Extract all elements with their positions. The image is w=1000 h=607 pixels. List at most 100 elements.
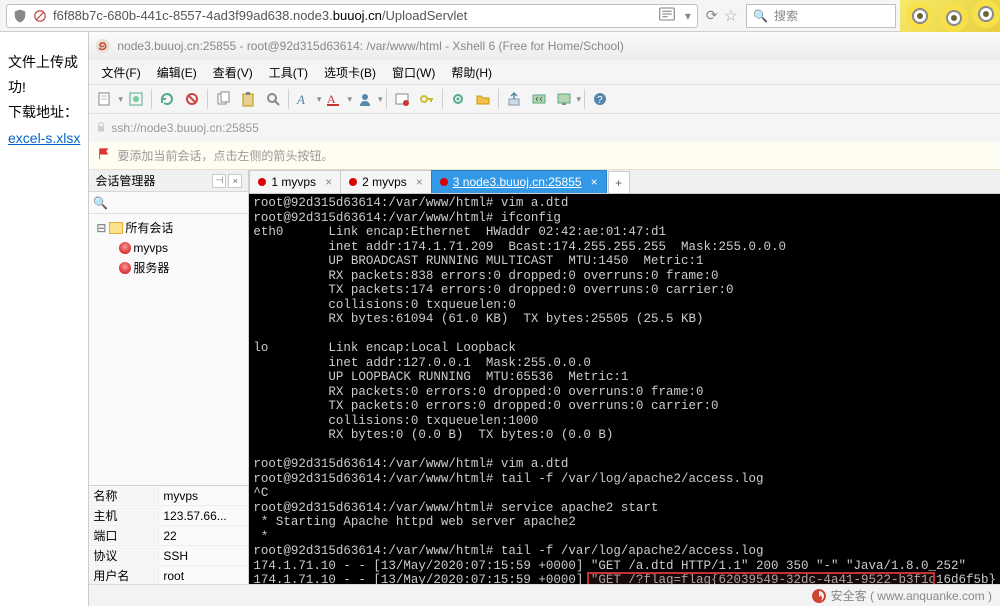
address-text: ssh://node3.buuoj.cn:25855	[111, 121, 258, 135]
prop-key: 名称	[89, 487, 159, 504]
session-icon	[119, 262, 131, 274]
prop-row: 协议SSH	[89, 546, 248, 566]
flag-icon	[97, 147, 111, 164]
bookmark-star-icon[interactable]: ☆	[724, 6, 738, 26]
upload-success-text: 文件上传成功!	[8, 50, 82, 100]
tree-toggle-icon[interactable]: ⊟	[95, 219, 107, 237]
tb-disconnect-icon[interactable]	[180, 87, 204, 111]
session-icon	[119, 242, 131, 254]
session-hint-bar: 要添加当前会话，点击左侧的箭头按钮。	[89, 142, 1000, 170]
tb-open-icon[interactable]	[124, 87, 148, 111]
prop-row: 用户名root	[89, 566, 248, 586]
xshell-icon	[95, 38, 111, 54]
prop-value: 123.57.66...	[159, 509, 248, 523]
prop-value: myvps	[159, 489, 248, 503]
close-tab-icon[interactable]: ×	[325, 175, 332, 189]
prop-key: 主机	[89, 507, 159, 524]
page-content: 文件上传成功! 下载地址：excel-s.xlsx	[0, 32, 88, 606]
prop-value: 22	[159, 529, 248, 543]
add-tab-button[interactable]: +	[608, 171, 630, 193]
menu-bar: 文件(F) 编辑(E) 查看(V) 工具(T) 选项卡(B) 窗口(W) 帮助(…	[89, 60, 1000, 84]
url-dropdown-icon[interactable]: ▾	[685, 9, 691, 23]
url-box[interactable]: f6f88b7c-680b-441c-8557-4ad3f99ad638.nod…	[6, 4, 698, 28]
anquanke-logo-icon	[811, 588, 827, 604]
xshell-window: node3.buuoj.cn:25855 - root@92d315d63614…	[88, 32, 1000, 606]
download-link[interactable]: excel-s.xlsx	[8, 130, 80, 146]
tree-root-row[interactable]: ⊟ 所有会话	[93, 218, 244, 238]
tb-profile-icon[interactable]	[353, 87, 377, 111]
prop-key: 用户名	[89, 567, 159, 584]
pin-icon[interactable]: ⊣	[212, 174, 226, 188]
tree-item-server[interactable]: 服务器	[93, 258, 244, 278]
window-title-bar: node3.buuoj.cn:25855 - root@92d315d63614…	[89, 32, 1000, 60]
browser-address-bar: f6f88b7c-680b-441c-8557-4ad3f99ad638.nod…	[0, 0, 1000, 32]
hint-text: 要添加当前会话，点击左侧的箭头按钮。	[117, 147, 333, 164]
terminal-output[interactable]: root@92d315d63614:/var/www/html# vim a.d…	[249, 194, 1000, 606]
menu-view[interactable]: 查看(V)	[205, 60, 261, 85]
menu-window[interactable]: 窗口(W)	[384, 60, 443, 85]
terminal-area: 1 myvps × 2 myvps × 3 node3.buuoj.cn:258…	[249, 170, 1000, 606]
tb-xftp-icon[interactable]	[527, 87, 551, 111]
tb-folder-icon[interactable]	[471, 87, 495, 111]
tb-paste-icon[interactable]	[236, 87, 260, 111]
tb-new-icon[interactable]	[93, 87, 117, 111]
address-bar[interactable]: ssh://node3.buuoj.cn:25855	[89, 114, 1000, 142]
svg-text:A: A	[327, 92, 336, 106]
prop-row: 主机123.57.66...	[89, 506, 248, 526]
tb-settings-icon[interactable]	[446, 87, 470, 111]
download-line: 下载地址：excel-s.xlsx	[8, 100, 82, 150]
toolbar: ▾ A ▾ A ▾ ▾ ▾	[89, 84, 1000, 114]
shield-icon	[13, 9, 27, 23]
menu-file[interactable]: 文件(F)	[93, 60, 148, 85]
status-dot-icon	[440, 178, 448, 186]
search-icon: 🔍	[753, 9, 768, 23]
svg-text:A: A	[296, 92, 305, 107]
search-icon: 🔍	[93, 196, 108, 210]
session-manager-header: 会话管理器 ⊣ ×	[89, 170, 248, 192]
search-placeholder: 搜索	[774, 7, 798, 24]
menu-edit[interactable]: 编辑(E)	[149, 60, 205, 85]
menu-help[interactable]: 帮助(H)	[443, 60, 500, 85]
reader-mode-icon[interactable]	[655, 7, 679, 24]
window-title-text: node3.buuoj.cn:25855 - root@92d315d63614…	[117, 39, 623, 53]
status-bar: 安全客 ( www.anquanke.com )	[89, 584, 1000, 606]
tab-2-myvps[interactable]: 2 myvps ×	[340, 170, 432, 193]
session-manager-panel: 会话管理器 ⊣ × 🔍 ⊟ 所有会话	[89, 170, 249, 606]
tb-copy-icon[interactable]	[211, 87, 235, 111]
tb-reconnect-icon[interactable]	[155, 87, 179, 111]
svg-text:?: ?	[597, 95, 603, 106]
browser-search-box[interactable]: 🔍 搜索	[746, 4, 896, 28]
session-search-input[interactable]	[108, 196, 263, 210]
session-search[interactable]: 🔍	[89, 192, 248, 214]
tb-font-icon[interactable]: A	[292, 87, 316, 111]
tb-find-icon[interactable]	[261, 87, 285, 111]
prop-value: root	[159, 569, 248, 583]
tb-help-icon[interactable]: ?	[588, 87, 612, 111]
session-tree: ⊟ 所有会话 myvps 服务器	[89, 214, 248, 485]
close-tab-icon[interactable]: ×	[416, 175, 423, 189]
prop-row: 端口22	[89, 526, 248, 546]
persona-avatar	[900, 0, 1000, 32]
status-dot-icon	[349, 178, 357, 186]
close-tab-icon[interactable]: ×	[591, 175, 598, 189]
prop-key: 端口	[89, 527, 159, 544]
history-icon[interactable]: ⟳	[706, 7, 718, 24]
tb-upload-icon[interactable]	[502, 87, 526, 111]
status-text: 安全客 ( www.anquanke.com )	[831, 587, 992, 604]
close-panel-icon[interactable]: ×	[228, 174, 242, 188]
prop-key: 协议	[89, 547, 159, 564]
tab-1-myvps[interactable]: 1 myvps ×	[249, 170, 341, 193]
status-dot-icon	[258, 178, 266, 186]
tb-monitor-icon[interactable]	[552, 87, 576, 111]
tab-3-node3[interactable]: 3 node3.buuoj.cn:25855 ×	[431, 170, 607, 193]
menu-tabs[interactable]: 选项卡(B)	[316, 60, 384, 85]
tb-color-icon[interactable]: A	[322, 87, 346, 111]
tb-key-icon[interactable]	[415, 87, 439, 111]
cert-warn-icon	[33, 9, 47, 23]
menu-tools[interactable]: 工具(T)	[261, 60, 316, 85]
folder-icon	[109, 222, 123, 234]
tb-script-icon[interactable]	[390, 87, 414, 111]
prop-value: SSH	[159, 549, 248, 563]
tree-item-myvps[interactable]: myvps	[93, 238, 244, 258]
prop-row: 名称myvps	[89, 486, 248, 506]
